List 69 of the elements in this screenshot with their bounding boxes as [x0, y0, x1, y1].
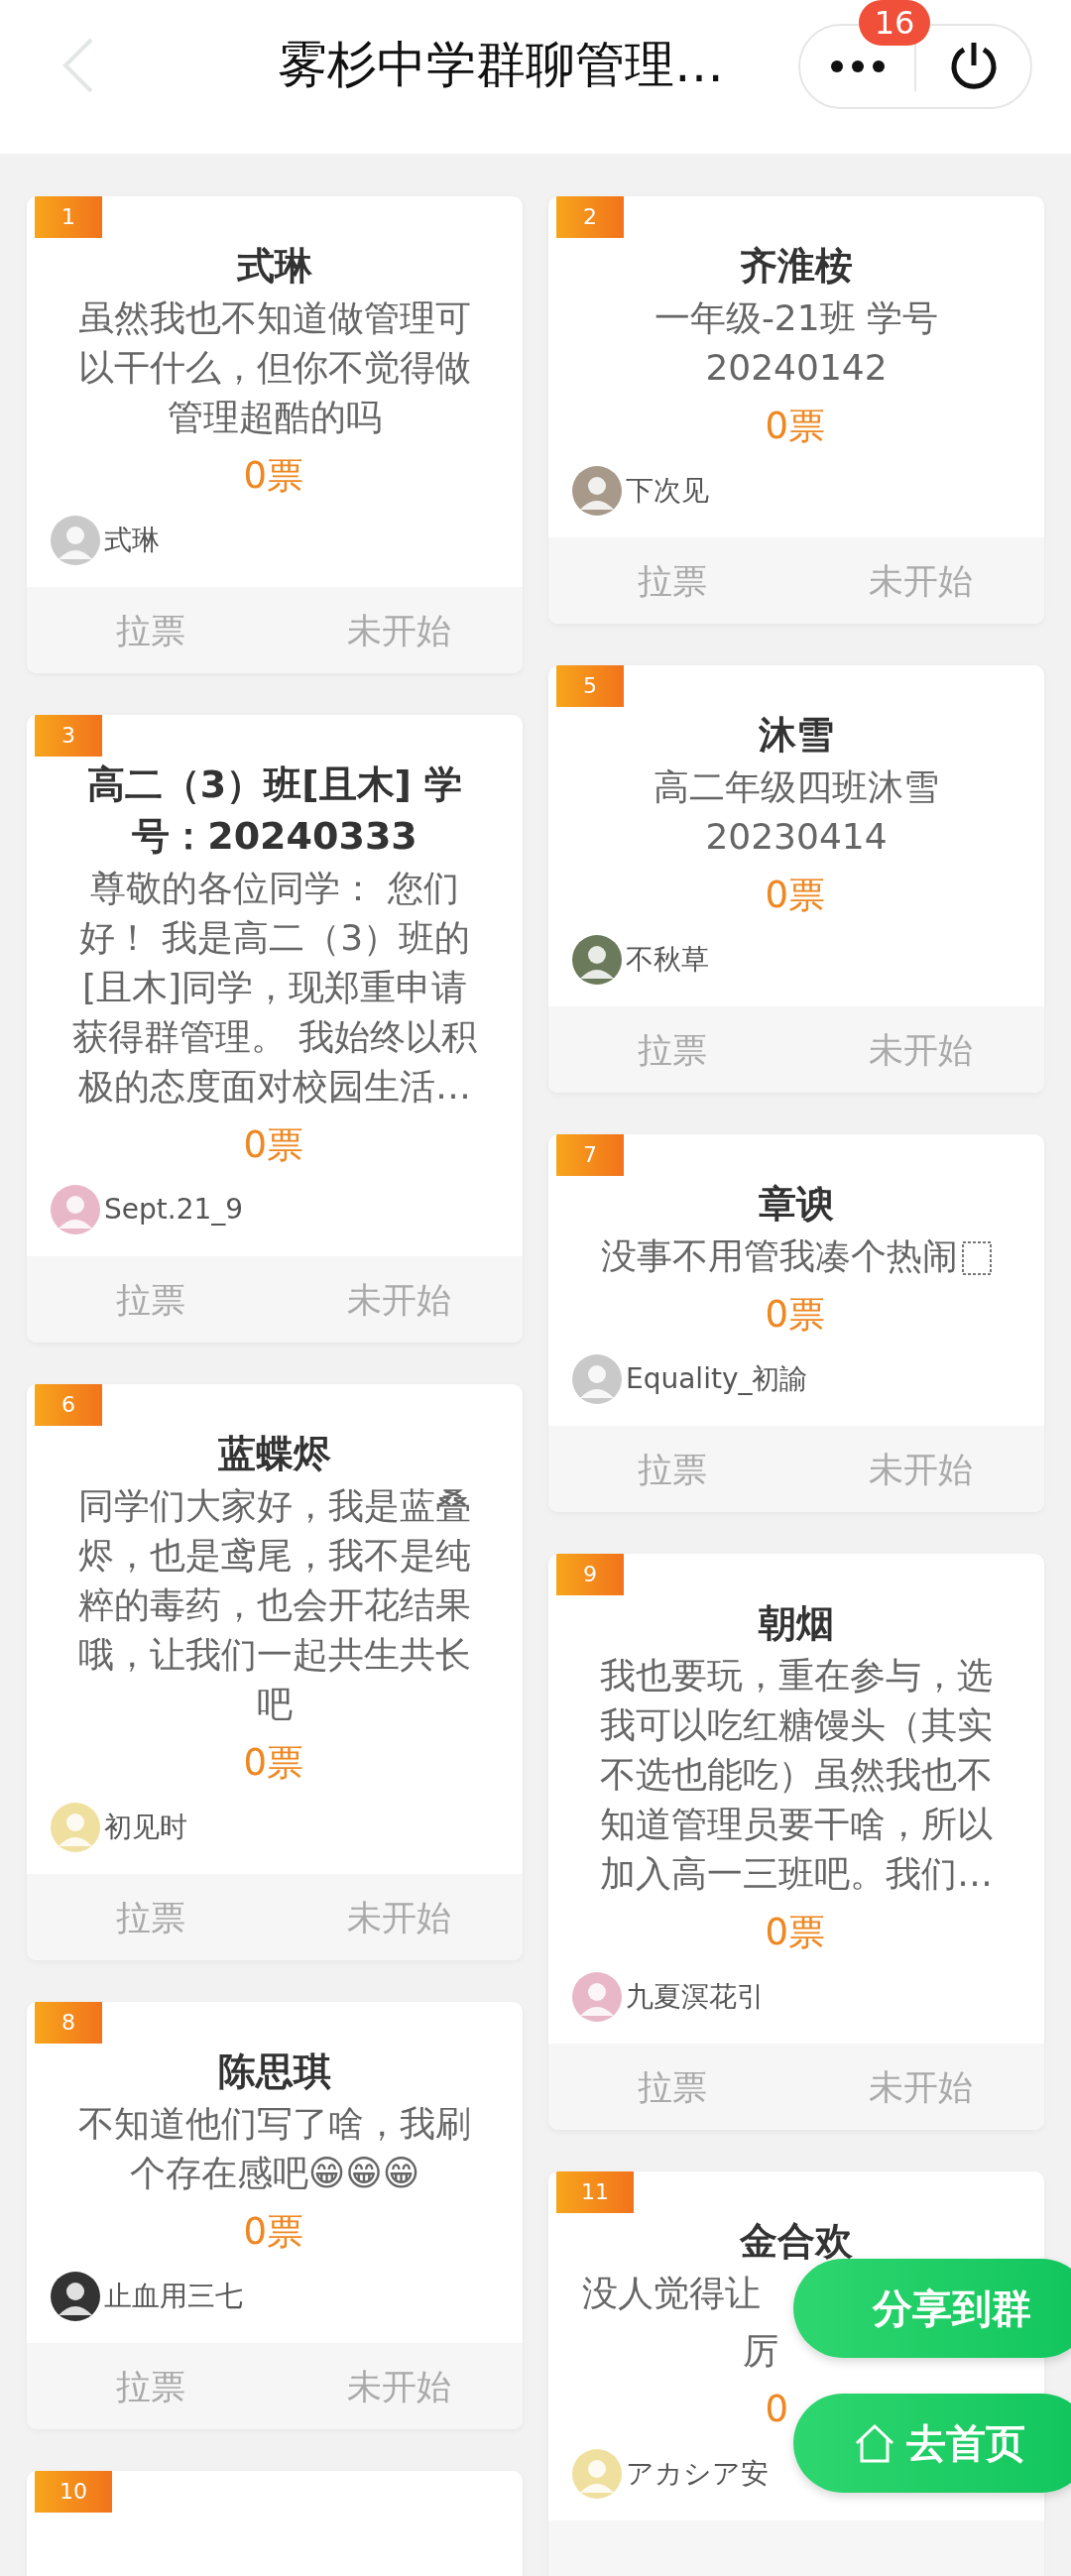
rank-badge: 2	[556, 196, 624, 238]
owner-name: 不秋草	[626, 942, 709, 978]
rank-badge: 1	[35, 196, 102, 238]
home-button[interactable]: 去首页	[793, 2394, 1071, 2493]
candidate-name: 高二（3）班[且木] 学号：20240333	[85, 761, 464, 860]
canvass-button[interactable]: 拉票	[116, 2365, 185, 2407]
owner-name: 初见时	[104, 1810, 187, 1845]
canvass-button[interactable]: 拉票	[116, 1278, 185, 1321]
vote-count: 0	[765, 2387, 790, 2432]
avatar-icon	[572, 935, 622, 985]
page-title: 雾杉中学群聊管理…	[278, 35, 724, 95]
owner-name: アカシア安	[626, 2456, 769, 2492]
owner-name: Equality_初諭	[626, 1361, 808, 1397]
vote-count: 0票	[765, 1292, 827, 1338]
canvass-button[interactable]: 拉票	[638, 2065, 707, 2108]
share-button[interactable]: 分享到群	[793, 2259, 1071, 2358]
candidate-name: 章谀	[758, 1181, 835, 1228]
canvass-button[interactable]: 拉票	[638, 1448, 707, 1490]
candidate-name: 朝烟	[757, 1600, 835, 1647]
candidate-description: 我也要玩，重在参与，选我可以吃红糖馒头（其实不选也能吃）虽然我也不知道管理员要干啥，所以加入高一三班吧。我们…	[599, 1654, 994, 1896]
candidate-name: 齐淮桉	[739, 243, 854, 290]
candidate-description: 不知道他们写了啥，我刷个存在感吧😁😁😁	[77, 2102, 472, 2195]
canvass-button[interactable]: 拉票	[116, 609, 185, 651]
rank-badge: 11	[556, 2171, 634, 2213]
candidate-description: 高二年级四班沐雪 20230414	[653, 765, 940, 859]
avatar-icon	[572, 466, 622, 516]
avatar-icon	[51, 516, 100, 565]
canvass-button[interactable]: 拉票	[638, 1028, 707, 1071]
candidate-description: 一年级-21班 学号20240142	[653, 296, 940, 390]
vote-count: 0票	[765, 873, 827, 918]
avatar-icon	[51, 2272, 100, 2321]
owner-name: Sept.21_9	[104, 1192, 244, 1228]
rank-badge: 9	[556, 1554, 624, 1595]
canvass-button[interactable]: 拉票	[638, 559, 707, 602]
notification-badge: 16	[859, 0, 930, 46]
candidate-description: 尊敬的各位同学： 您们好！ 我是高二（3）班的[且木]同学，现郑重申请获得群管理。 我始终以积极的态度面对校园生活…	[71, 867, 478, 1109]
avatar-icon	[51, 1185, 100, 1234]
vote-count: 0票	[765, 404, 827, 449]
canvass-button[interactable]: 拉票	[116, 1896, 185, 1938]
avatar-icon	[572, 2449, 622, 2499]
owner-name: 九夏溟花引	[626, 1979, 765, 2015]
home-icon	[853, 2421, 896, 2465]
rank-badge: 5	[556, 665, 624, 707]
candidate-name: 式琳	[236, 243, 313, 290]
candidate-description: 虽然我也不知道做管理可以干什么，但你不觉得做管理超酷的吗	[77, 296, 472, 439]
candidate-description: 没事不用管我凑个热闹	[588, 1231, 1005, 1281]
rank-badge: 6	[35, 1384, 102, 1426]
candidate-name: 沐雪	[758, 712, 835, 759]
rank-badge: 10	[35, 2471, 112, 2513]
vote-count: 0票	[243, 1740, 305, 1786]
candidate-description: 厉	[743, 2329, 778, 2373]
vote-count: 0票	[765, 1910, 827, 1955]
avatar-icon	[572, 1354, 622, 1404]
owner-name: 下次见	[626, 473, 709, 509]
avatar-icon	[572, 1972, 622, 2022]
vote-count: 0票	[243, 453, 305, 499]
more-icon[interactable]	[829, 59, 886, 73]
avatar-icon	[51, 1803, 100, 1852]
owner-name: 式琳	[104, 523, 160, 558]
owner-name: 止血用三七	[104, 2279, 243, 2314]
rank-badge: 3	[35, 715, 102, 757]
candidate-description: 没人觉得让	[582, 2272, 761, 2315]
candidate-name: 陈思琪	[217, 2049, 332, 2095]
rank-badge: 7	[556, 1134, 624, 1176]
rank-badge: 8	[35, 2002, 102, 2044]
vote-count: 0票	[243, 2209, 305, 2255]
candidate-description: 同学们大家好，我是蓝叠烬，也是鸢尾，我不是纯粹的毒药，也会开花结果哦，让我们一起共生共长吧	[77, 1484, 472, 1726]
candidate-name: 蓝蝶烬	[217, 1431, 332, 1477]
vote-count: 0票	[243, 1122, 305, 1168]
